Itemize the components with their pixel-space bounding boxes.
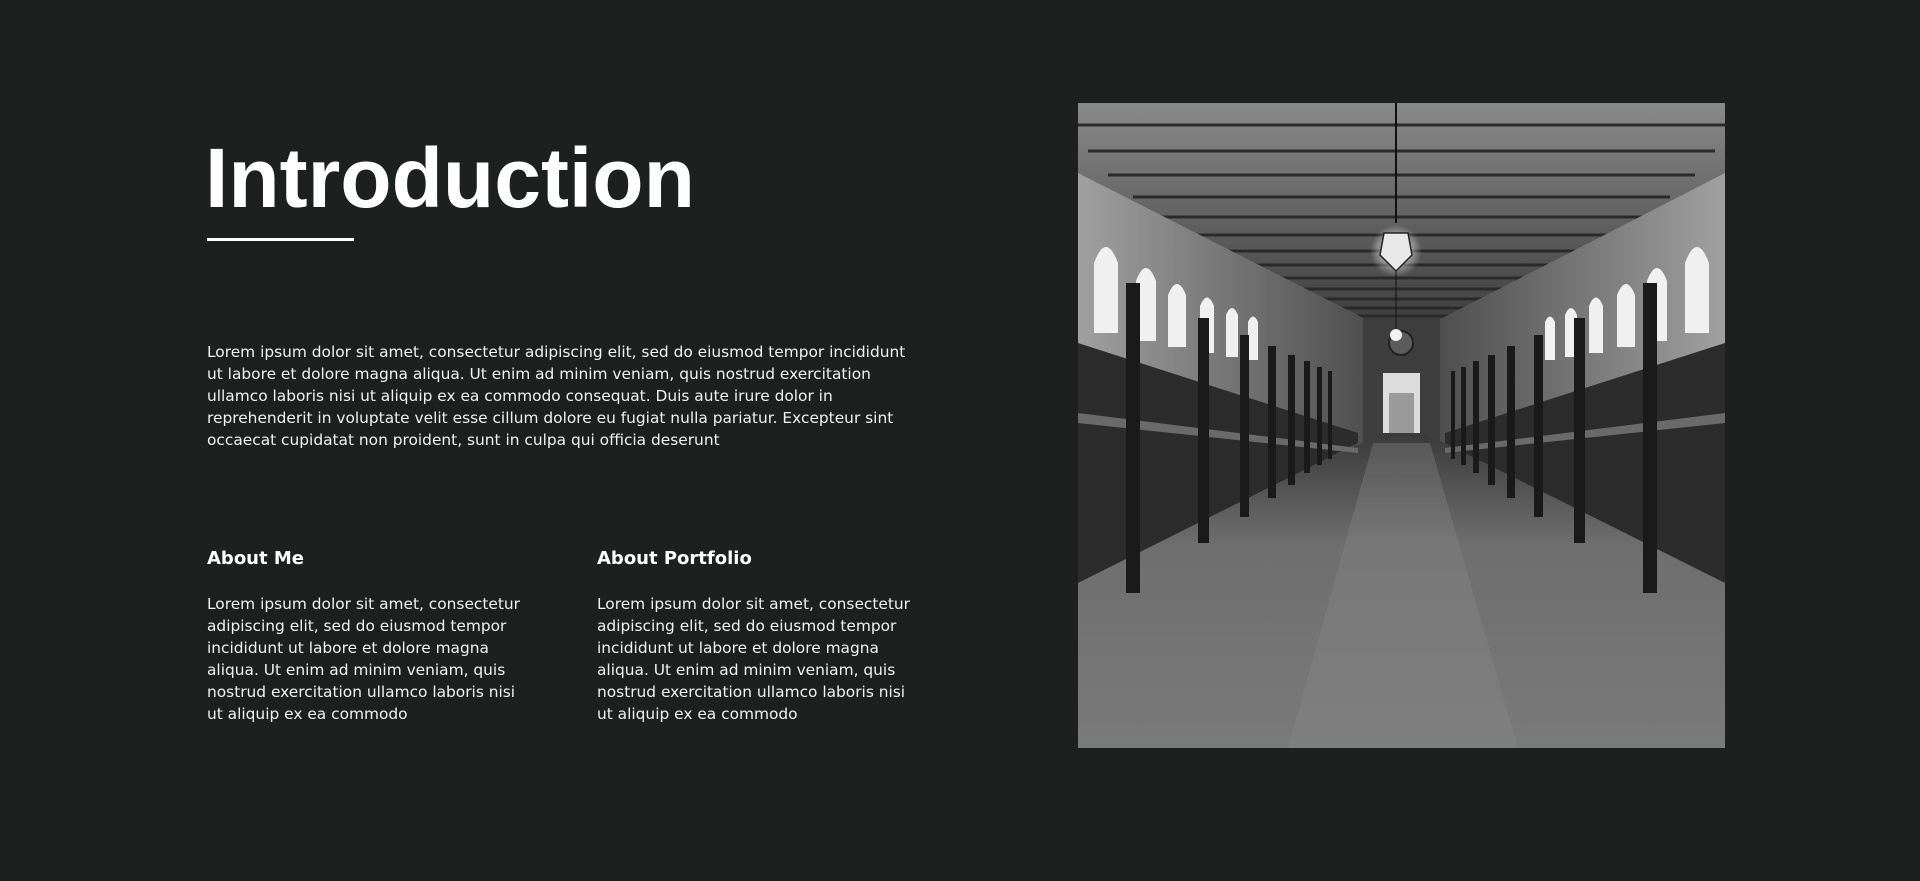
intro-paragraph: Lorem ipsum dolor sit amet, consectetur …	[207, 343, 906, 449]
about-me-heading: About Me	[207, 548, 304, 569]
stable-corridor-photo	[1078, 103, 1725, 748]
about-me-text: Lorem ipsum dolor sit amet, consectetur …	[207, 595, 520, 723]
about-me-section: About Me Lorem ipsum dolor sit amet, con…	[207, 546, 527, 723]
about-portfolio-heading: About Portfolio	[597, 548, 752, 569]
page-title: Introduction	[205, 131, 695, 225]
about-portfolio-section: About Portfolio Lorem ipsum dolor sit am…	[597, 546, 917, 723]
title-underline	[207, 238, 354, 241]
about-portfolio-text: Lorem ipsum dolor sit amet, consectetur …	[597, 595, 910, 723]
